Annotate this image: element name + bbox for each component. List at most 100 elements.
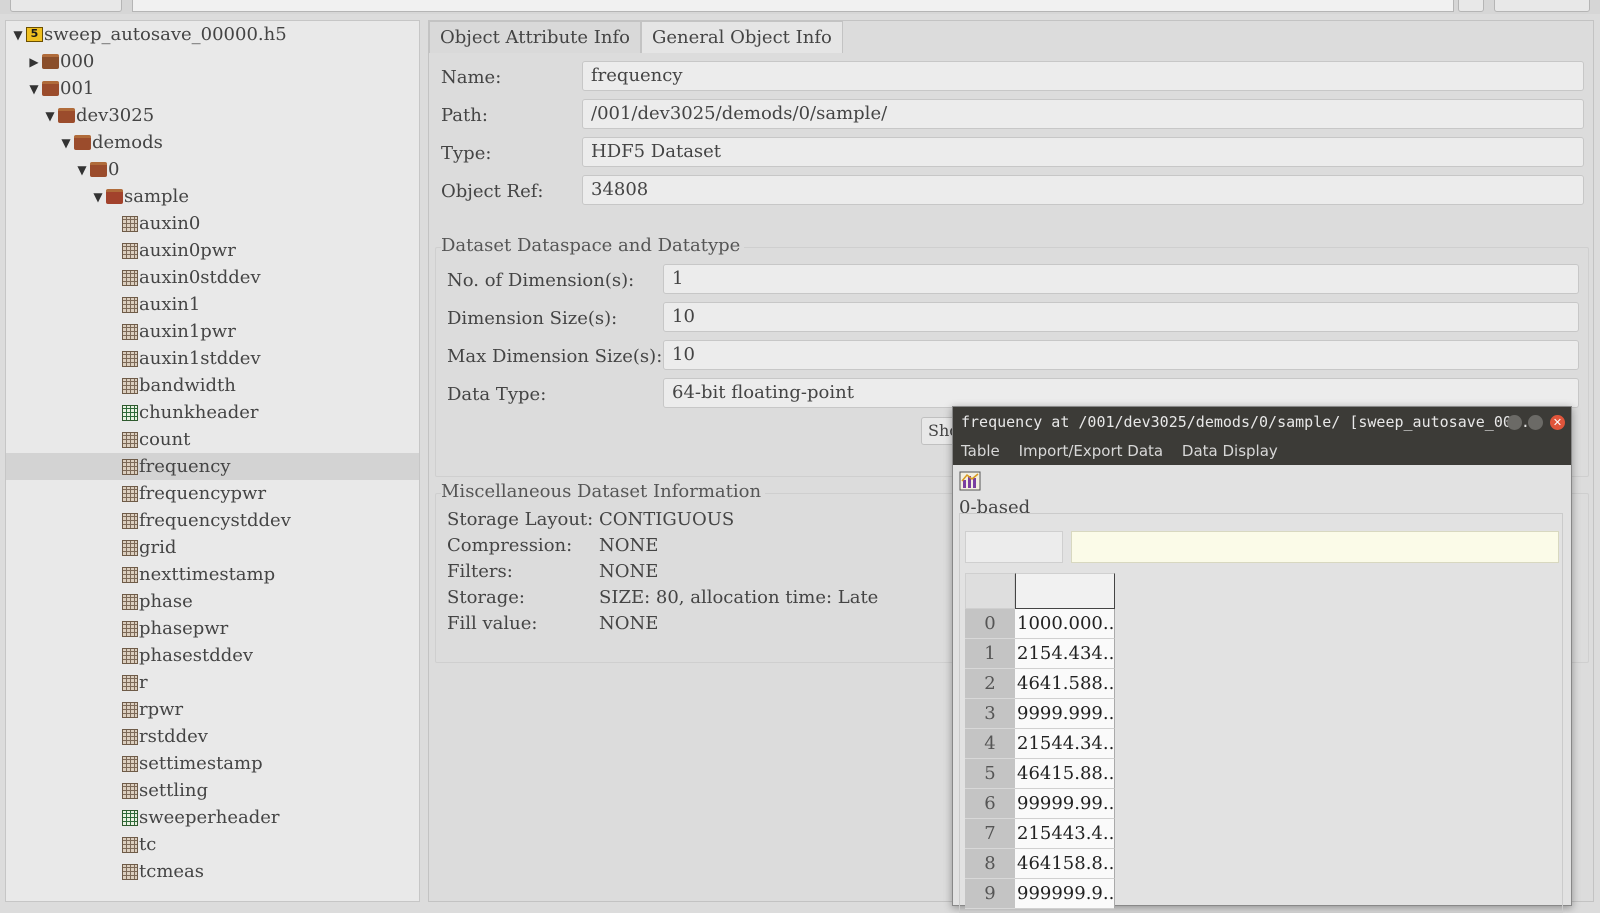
expanded-arrow-icon[interactable]: ▼	[42, 108, 58, 124]
folder-open-icon	[58, 108, 75, 123]
fill-value-label: Fill value:	[447, 613, 538, 634]
tree-item-0[interactable]: ▼ 0	[6, 156, 419, 183]
tab-object-attribute-info[interactable]: Object Attribute Info	[429, 21, 641, 53]
window-title[interactable]: frequency at /001/dev3025/demods/0/sampl…	[953, 407, 1571, 437]
menu-table[interactable]: Table	[961, 442, 1000, 460]
row-index[interactable]: 6	[965, 789, 1015, 819]
collapsed-arrow-icon[interactable]: ▶	[26, 54, 42, 70]
type-field[interactable]: HDF5 Dataset	[582, 137, 1584, 167]
tree-item-dataset[interactable]: r	[6, 669, 419, 696]
num-dimensions-field[interactable]: 1	[663, 264, 1579, 294]
data-type-field[interactable]: 64-bit floating-point	[663, 378, 1579, 408]
filters-label: Filters:	[447, 561, 513, 582]
cell-value-field[interactable]	[1071, 531, 1559, 563]
tree-item-dataset[interactable]: bandwidth	[6, 372, 419, 399]
dataset-icon	[122, 782, 138, 799]
tree-item-dev3025[interactable]: ▼ dev3025	[6, 102, 419, 129]
max-dimension-sizes-field[interactable]: 10	[663, 340, 1579, 370]
toolbar-button-right[interactable]	[1494, 0, 1590, 12]
table-cell[interactable]: 4641.588...	[1015, 669, 1115, 699]
dimension-sizes-field[interactable]: 10	[663, 302, 1579, 332]
file-path-input[interactable]	[132, 0, 1454, 12]
tree-item-dataset[interactable]: nexttimestamp	[6, 561, 419, 588]
expanded-arrow-icon[interactable]: ▼	[26, 81, 42, 97]
tree-item-001[interactable]: ▼ 001	[6, 75, 419, 102]
expanded-arrow-icon[interactable]: ▼	[10, 27, 26, 43]
tree-item-dataset[interactable]: tc	[6, 831, 419, 858]
tree-item-dataset[interactable]: auxin0	[6, 210, 419, 237]
expanded-arrow-icon[interactable]: ▼	[58, 135, 74, 151]
line-plot-icon[interactable]	[959, 471, 981, 491]
row-index[interactable]: 1	[965, 639, 1015, 669]
tree-item-dataset[interactable]: auxin0pwr	[6, 237, 419, 264]
folder-open-icon	[106, 189, 123, 204]
tree-item-dataset[interactable]: auxin1pwr	[6, 318, 419, 345]
tree-item-dataset[interactable]: grid	[6, 534, 419, 561]
table-cell[interactable]: 2154.434...	[1015, 639, 1115, 669]
table-cell[interactable]: 21544.34...	[1015, 729, 1115, 759]
dataset-icon	[122, 215, 138, 232]
dataset-icon	[122, 485, 138, 502]
tree-item-compound-dataset[interactable]: sweeperheader	[6, 804, 419, 831]
tree-item-dataset[interactable]: settling	[6, 777, 419, 804]
tree-item-dataset[interactable]: auxin1stddev	[6, 345, 419, 372]
tree-item-selected[interactable]: frequency	[6, 453, 419, 480]
menu-data-display[interactable]: Data Display	[1182, 442, 1278, 460]
tree-item-dataset[interactable]: frequencystddev	[6, 507, 419, 534]
tree-item-sample[interactable]: ▼ sample	[6, 183, 419, 210]
expanded-arrow-icon[interactable]: ▼	[74, 162, 90, 178]
tree-item-dataset[interactable]: auxin1	[6, 291, 419, 318]
tree-item-demods[interactable]: ▼ demods	[6, 129, 419, 156]
top-toolbar	[0, 0, 1600, 14]
menu-import-export-data[interactable]: Import/Export Data	[1019, 442, 1164, 460]
object-ref-field[interactable]: 34808	[582, 175, 1584, 205]
dataset-icon	[122, 377, 138, 394]
tree-item-dataset[interactable]: rpwr	[6, 696, 419, 723]
toolbar-button[interactable]	[10, 0, 122, 12]
tree-item-dataset[interactable]: phasestddev	[6, 642, 419, 669]
tree-item-dataset[interactable]: frequencypwr	[6, 480, 419, 507]
object-ref-label: Object Ref:	[441, 181, 544, 202]
tree-label: sweeperheader	[139, 807, 280, 828]
table-cell[interactable]: 99999.99...	[1015, 789, 1115, 819]
tree-item-000[interactable]: ▶ 000	[6, 48, 419, 75]
tree-root[interactable]: ▼ 5 sweep_autosave_00000.h5	[6, 21, 419, 48]
maximize-icon[interactable]	[1528, 415, 1543, 430]
name-field[interactable]: frequency	[582, 61, 1584, 91]
tree-item-dataset[interactable]: tcmeas	[6, 858, 419, 885]
row-index[interactable]: 8	[965, 849, 1015, 879]
tree-item-dataset[interactable]: phase	[6, 588, 419, 615]
tree-item-dataset[interactable]: settimestamp	[6, 750, 419, 777]
row-index[interactable]: 3	[965, 699, 1015, 729]
table-cell[interactable]: 1000.000...	[1015, 609, 1115, 639]
row-index[interactable]: 5	[965, 759, 1015, 789]
dropdown-button[interactable]	[1458, 0, 1484, 12]
row-index[interactable]: 4	[965, 729, 1015, 759]
column-header[interactable]	[1015, 573, 1115, 609]
tree-item-dataset[interactable]: phasepwr	[6, 615, 419, 642]
row-index[interactable]: 0	[965, 609, 1015, 639]
table-cell[interactable]: 9999.999...	[1015, 699, 1115, 729]
path-field[interactable]: /001/dev3025/demods/0/sample/	[582, 99, 1584, 129]
row-index[interactable]: 9	[965, 879, 1015, 909]
tree-label: auxin1stddev	[139, 348, 261, 369]
tree-label: phasepwr	[139, 618, 229, 639]
tree-item-dataset[interactable]: count	[6, 426, 419, 453]
row-index[interactable]: 7	[965, 819, 1015, 849]
cell-reference-field[interactable]	[965, 531, 1063, 563]
minimize-icon[interactable]	[1507, 415, 1522, 430]
expanded-arrow-icon[interactable]: ▼	[90, 189, 106, 205]
table-cell[interactable]: 464158.8...	[1015, 849, 1115, 879]
tree-label: tc	[139, 834, 157, 855]
table-cell[interactable]: 215443.4...	[1015, 819, 1115, 849]
tree-item-dataset[interactable]: auxin0stddev	[6, 264, 419, 291]
tree-item-dataset[interactable]: rstddev	[6, 723, 419, 750]
dataset-icon	[122, 296, 138, 313]
close-icon[interactable]: ✕	[1550, 415, 1565, 430]
row-index[interactable]: 2	[965, 669, 1015, 699]
tree-item-compound-dataset[interactable]: chunkheader	[6, 399, 419, 426]
table-cell[interactable]: 46415.88...	[1015, 759, 1115, 789]
dataset-icon	[122, 674, 138, 691]
table-cell[interactable]: 999999.9...	[1015, 879, 1115, 909]
tab-general-object-info[interactable]: General Object Info	[640, 21, 843, 53]
